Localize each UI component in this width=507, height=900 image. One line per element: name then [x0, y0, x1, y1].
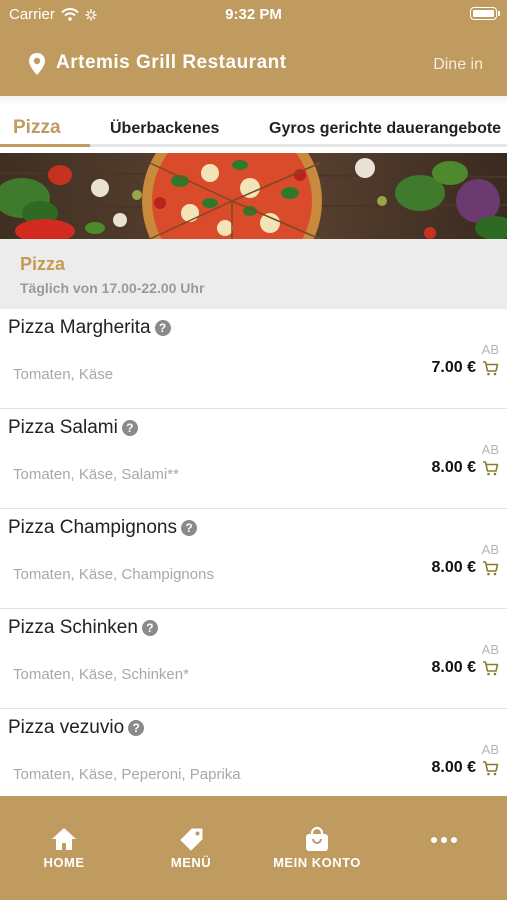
- nav-account[interactable]: MEIN KONTO: [257, 826, 377, 870]
- category-tabs: Pizza Überbackenes Gyros gerichte dauera…: [0, 96, 507, 149]
- menu-item[interactable]: Pizza Schinken ? Tomaten, Käse, Schinken…: [0, 609, 507, 709]
- home-icon: [52, 828, 76, 850]
- menu-item-price: 7.00 €: [431, 359, 476, 376]
- category-title: Pizza: [20, 254, 66, 274]
- cart-icon[interactable]: [482, 760, 499, 776]
- order-mode-button[interactable]: Dine in: [433, 56, 483, 74]
- pizza-banner-image: [0, 153, 507, 239]
- status-time: 9:32 PM: [225, 6, 282, 23]
- menu-item-description: Tomaten, Käse, Peperoni, Paprika: [13, 766, 241, 783]
- price-area[interactable]: 8.00 €: [432, 659, 499, 677]
- app-header: Carrier 9:32 PM Artemis Grill Restaurant…: [0, 0, 507, 96]
- menu-item-description: Tomaten, Käse, Champignons: [13, 566, 214, 583]
- price-prefix: AB: [481, 642, 499, 657]
- nav-account-label: MEIN KONTO: [273, 855, 361, 870]
- tag-icon: [180, 828, 203, 851]
- menu-item-price: 8.00 €: [431, 459, 476, 476]
- price-area[interactable]: 8.00 €: [432, 759, 499, 777]
- nav-more[interactable]: [384, 836, 504, 847]
- price-area[interactable]: 8.00 €: [432, 459, 499, 477]
- price-prefix: AB: [481, 742, 499, 757]
- question-mark-icon[interactable]: ?: [121, 420, 138, 436]
- menu-item-title: Pizza vezuvio ?: [8, 717, 145, 739]
- menu-item-name: Pizza Champignons: [8, 517, 177, 538]
- menu-item[interactable]: Pizza Margherita ? Tomaten, Käse AB 7.00…: [0, 309, 507, 409]
- cart-icon[interactable]: [482, 360, 499, 376]
- status-bar: Carrier 9:32 PM: [0, 0, 507, 28]
- menu-item-price: 8.00 €: [431, 659, 476, 676]
- active-tab-indicator: [0, 144, 90, 147]
- menu-item-description: Tomaten, Käse: [13, 366, 114, 383]
- shopping-bag-icon: [306, 826, 328, 851]
- menu-item-list: Pizza Margherita ? Tomaten, Käse AB 7.00…: [0, 309, 507, 809]
- menu-item[interactable]: Pizza Champignons ? Tomaten, Käse, Champ…: [0, 509, 507, 609]
- menu-item-description: Tomaten, Käse, Schinken*: [13, 666, 189, 683]
- menu-item-title: Pizza Margherita ?: [8, 317, 171, 339]
- nav-menu[interactable]: MENÜ: [131, 826, 251, 870]
- tab-pizza[interactable]: Pizza: [13, 117, 61, 139]
- menu-item-name: Pizza Margherita: [8, 317, 151, 338]
- restaurant-title[interactable]: Artemis Grill Restaurant: [56, 52, 287, 74]
- tab-gyros-gerichte[interactable]: Gyros gerichte dauerangebote: [269, 120, 501, 138]
- menu-item-title: Pizza Champignons ?: [8, 517, 197, 539]
- category-hours: Täglich von 17.00-22.00 Uhr: [20, 280, 205, 296]
- price-prefix: AB: [481, 442, 499, 457]
- menu-item-name: Pizza vezuvio: [8, 717, 125, 738]
- menu-item-name: Pizza Salami: [8, 417, 118, 438]
- cart-icon[interactable]: [482, 660, 499, 676]
- nav-menu-label: MENÜ: [170, 855, 212, 870]
- price-area[interactable]: 7.00 €: [432, 359, 499, 377]
- menu-item[interactable]: Pizza Salami ? Tomaten, Käse, Salami** A…: [0, 409, 507, 509]
- menu-item-price: 8.00 €: [431, 759, 476, 776]
- tab-ueberbackenes[interactable]: Überbackenes: [110, 120, 219, 138]
- menu-item-name: Pizza Schinken: [8, 617, 138, 638]
- category-header: Pizza Täglich von 17.00-22.00 Uhr: [0, 239, 507, 309]
- nav-home[interactable]: HOME: [4, 826, 124, 870]
- battery-icon: [470, 7, 500, 20]
- menu-item[interactable]: Pizza vezuvio ? Tomaten, Käse, Peperoni,…: [0, 709, 507, 809]
- menu-item-title: Pizza Schinken ?: [8, 617, 158, 639]
- price-prefix: AB: [481, 342, 499, 357]
- scroll-fade: [0, 96, 507, 105]
- cart-icon[interactable]: [482, 460, 499, 476]
- menu-item-price: 8.00 €: [431, 559, 476, 576]
- question-mark-icon[interactable]: ?: [154, 320, 171, 336]
- question-mark-icon[interactable]: ?: [180, 520, 197, 536]
- cart-icon[interactable]: [482, 560, 499, 576]
- location-pin-icon: [29, 53, 45, 75]
- more-icon: [431, 837, 457, 843]
- price-prefix: AB: [481, 542, 499, 557]
- bottom-navigation: HOME MENÜ MEIN KONTO: [0, 796, 507, 900]
- menu-item-description: Tomaten, Käse, Salami**: [13, 466, 179, 483]
- question-mark-icon[interactable]: ?: [141, 620, 158, 636]
- question-mark-icon[interactable]: ?: [128, 720, 145, 736]
- tab-underline: [0, 144, 507, 147]
- menu-item-title: Pizza Salami ?: [8, 417, 138, 439]
- nav-home-label: HOME: [43, 855, 85, 870]
- price-area[interactable]: 8.00 €: [432, 559, 499, 577]
